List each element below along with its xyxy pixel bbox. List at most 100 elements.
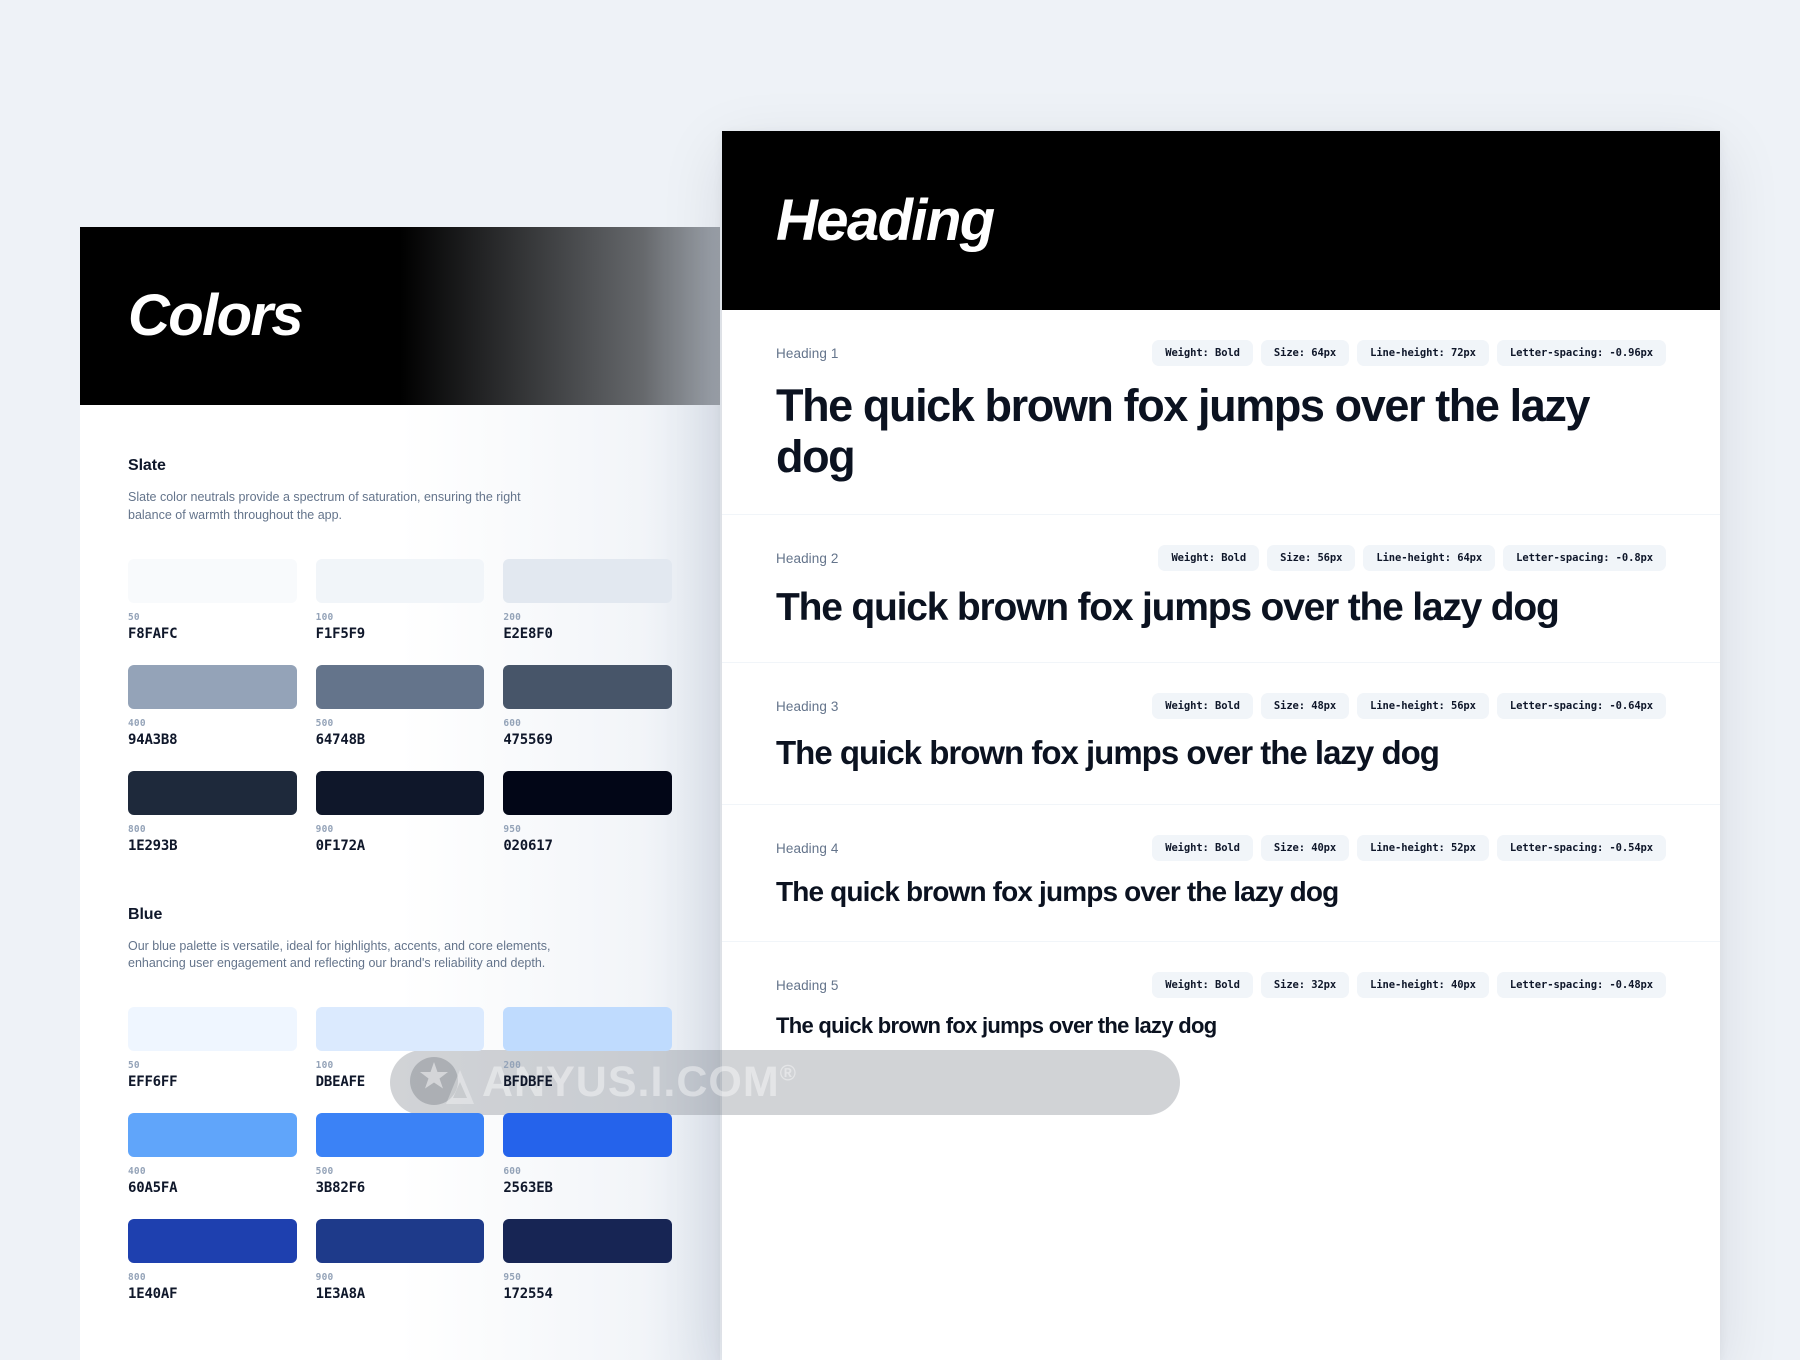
- color-swatch[interactable]: 900 0F172A: [315, 770, 485, 854]
- heading-row-5: Heading 5 Weight: Bold Size: 32px Line-h…: [722, 942, 1720, 1072]
- heading-spec-badges: Weight: Bold Size: 32px Line-height: 40p…: [1152, 972, 1666, 998]
- swatch-chip[interactable]: [128, 770, 297, 815]
- swatch-step-label: 950: [503, 1272, 522, 1283]
- heading-spec-badges: Weight: Bold Size: 64px Line-height: 72p…: [1152, 340, 1666, 366]
- swatch-chip[interactable]: [503, 558, 672, 603]
- heading-sample-text: The quick brown fox jumps over the lazy …: [776, 380, 1590, 482]
- swatch-chip[interactable]: [503, 1219, 672, 1263]
- heading-panel-header: Heading: [722, 131, 1720, 310]
- badge-line-height: Line-height: 40px: [1357, 972, 1489, 998]
- swatch-hex-value: 1E3A8A: [315, 1286, 366, 1302]
- colors-panel: Colors Slate Slate color neutrals provid…: [80, 227, 720, 1360]
- swatch-hex-value: 1E40AF: [128, 1286, 178, 1302]
- swatch-step-label: 600: [503, 717, 522, 729]
- color-swatch[interactable]: 800 1E293B: [128, 770, 297, 854]
- color-group-title: Blue: [128, 905, 163, 923]
- color-swatch[interactable]: 950 020617: [503, 770, 672, 854]
- heading-row-1: Heading 1 Weight: Bold Size: 64px Line-h…: [722, 310, 1720, 515]
- badge-letter-spacing: Letter-spacing: -0.48px: [1496, 972, 1666, 998]
- swatch-chip[interactable]: [315, 1219, 485, 1263]
- color-swatch[interactable]: 950 172554: [503, 1219, 672, 1302]
- swatch-chip[interactable]: [315, 664, 485, 709]
- swatch-hex-value: 64748B: [315, 731, 366, 748]
- color-swatch[interactable]: 100 F1F5F9: [315, 558, 485, 642]
- swatch-step-label: 200: [503, 1060, 522, 1071]
- swatch-chip[interactable]: [503, 664, 672, 709]
- swatch-chip[interactable]: [315, 558, 485, 603]
- swatch-chip[interactable]: [128, 1007, 297, 1051]
- color-group-blue: Blue Our blue palette is versatile, idea…: [128, 905, 672, 1302]
- swatch-step-label: 50: [128, 611, 140, 623]
- swatch-chip[interactable]: [315, 770, 485, 815]
- swatch-step-label: 900: [315, 823, 334, 835]
- heading-row-meta: Heading 4 Weight: Bold Size: 40px Line-h…: [776, 835, 1666, 861]
- color-swatch[interactable]: 900 1E3A8A: [315, 1219, 485, 1302]
- badge-size: Size: 64px: [1260, 340, 1350, 366]
- heading-row-meta: Heading 5 Weight: Bold Size: 32px Line-h…: [776, 972, 1666, 998]
- heading-spec-badges: Weight: Bold Size: 56px Line-height: 64p…: [1158, 545, 1666, 571]
- heading-sample-text: The quick brown fox jumps over the lazy …: [776, 586, 1560, 629]
- heading-panel: Heading Heading 1 Weight: Bold Size: 64p…: [722, 131, 1720, 1360]
- color-swatch[interactable]: 400 94A3B8: [128, 664, 297, 748]
- heading-level-label: Heading 3: [776, 698, 839, 714]
- badge-size: Size: 32px: [1260, 972, 1350, 998]
- badge-line-height: Line-height: 72px: [1357, 340, 1489, 366]
- badge-letter-spacing: Letter-spacing: -0.64px: [1496, 693, 1666, 719]
- swatch-step-label: 50: [128, 1060, 140, 1071]
- swatch-step-label: 500: [315, 717, 334, 729]
- heading-page-title: Heading: [776, 187, 995, 253]
- color-swatch[interactable]: 500 3B82F6: [315, 1113, 485, 1196]
- heading-row-2: Heading 2 Weight: Bold Size: 56px Line-h…: [722, 515, 1720, 663]
- swatch-hex-value: 1E293B: [128, 837, 178, 854]
- swatch-step-label: 600: [503, 1166, 522, 1177]
- swatch-chip[interactable]: [503, 770, 672, 815]
- color-swatch[interactable]: 50 F8FAFC: [128, 558, 297, 642]
- swatch-step-label: 900: [315, 1272, 334, 1283]
- color-swatch[interactable]: 600 2563EB: [503, 1113, 672, 1196]
- swatch-chip[interactable]: [315, 1113, 485, 1157]
- swatch-chip[interactable]: [128, 558, 297, 603]
- badge-letter-spacing: Letter-spacing: -0.54px: [1496, 835, 1666, 861]
- swatch-step-label: 200: [503, 611, 522, 623]
- swatch-hex-value: EFF6FF: [128, 1074, 178, 1090]
- color-swatch[interactable]: 200 E2E8F0: [503, 558, 672, 642]
- color-group-description: Slate color neutrals provide a spectrum …: [128, 490, 521, 522]
- badge-line-height: Line-height: 52px: [1357, 835, 1489, 861]
- swatch-chip[interactable]: [128, 664, 297, 709]
- swatch-chip[interactable]: [503, 1007, 672, 1051]
- swatch-grid-blue: 50 EFF6FF 100 DBEAFE 200 BFDBFE 400 60A5…: [128, 1007, 672, 1302]
- swatch-hex-value: F8FAFC: [128, 625, 178, 642]
- heading-spec-badges: Weight: Bold Size: 40px Line-height: 52p…: [1152, 835, 1666, 861]
- colors-panel-header: Colors: [80, 227, 720, 405]
- heading-level-label: Heading 5: [776, 977, 839, 993]
- swatch-chip[interactable]: [128, 1113, 297, 1157]
- badge-size: Size: 40px: [1260, 835, 1350, 861]
- swatch-step-label: 800: [128, 823, 146, 835]
- color-swatch[interactable]: 400 60A5FA: [128, 1113, 297, 1196]
- swatch-hex-value: 94A3B8: [128, 731, 178, 748]
- color-swatch[interactable]: 200 BFDBFE: [503, 1007, 672, 1090]
- swatch-chip[interactable]: [315, 1007, 485, 1051]
- swatch-hex-value: 60A5FA: [128, 1180, 178, 1196]
- color-swatch[interactable]: 100 DBEAFE: [315, 1007, 485, 1090]
- swatch-chip[interactable]: [503, 1113, 672, 1157]
- screenshot-stage: Colors Slate Slate color neutrals provid…: [0, 0, 1800, 1360]
- swatch-step-label: 400: [128, 717, 146, 729]
- heading-sample-text: The quick brown fox jumps over the lazy …: [776, 734, 1440, 771]
- color-swatch[interactable]: 600 475569: [503, 664, 672, 748]
- color-swatch[interactable]: 800 1E40AF: [128, 1219, 297, 1302]
- colors-page-title: Colors: [128, 283, 304, 348]
- badge-weight: Weight: Bold: [1152, 972, 1253, 998]
- heading-level-label: Heading 4: [776, 840, 839, 856]
- heading-row-meta: Heading 3 Weight: Bold Size: 48px Line-h…: [776, 693, 1666, 719]
- badge-weight: Weight: Bold: [1152, 835, 1253, 861]
- swatch-step-label: 400: [128, 1166, 146, 1177]
- swatch-hex-value: 475569: [503, 731, 553, 748]
- heading-row-meta: Heading 2 Weight: Bold Size: 56px Line-h…: [776, 545, 1666, 571]
- color-swatch[interactable]: 50 EFF6FF: [128, 1007, 297, 1090]
- color-swatch[interactable]: 500 64748B: [315, 664, 485, 748]
- swatch-step-label: 100: [315, 1060, 334, 1071]
- swatch-hex-value: 3B82F6: [315, 1180, 366, 1196]
- swatch-chip[interactable]: [128, 1219, 297, 1263]
